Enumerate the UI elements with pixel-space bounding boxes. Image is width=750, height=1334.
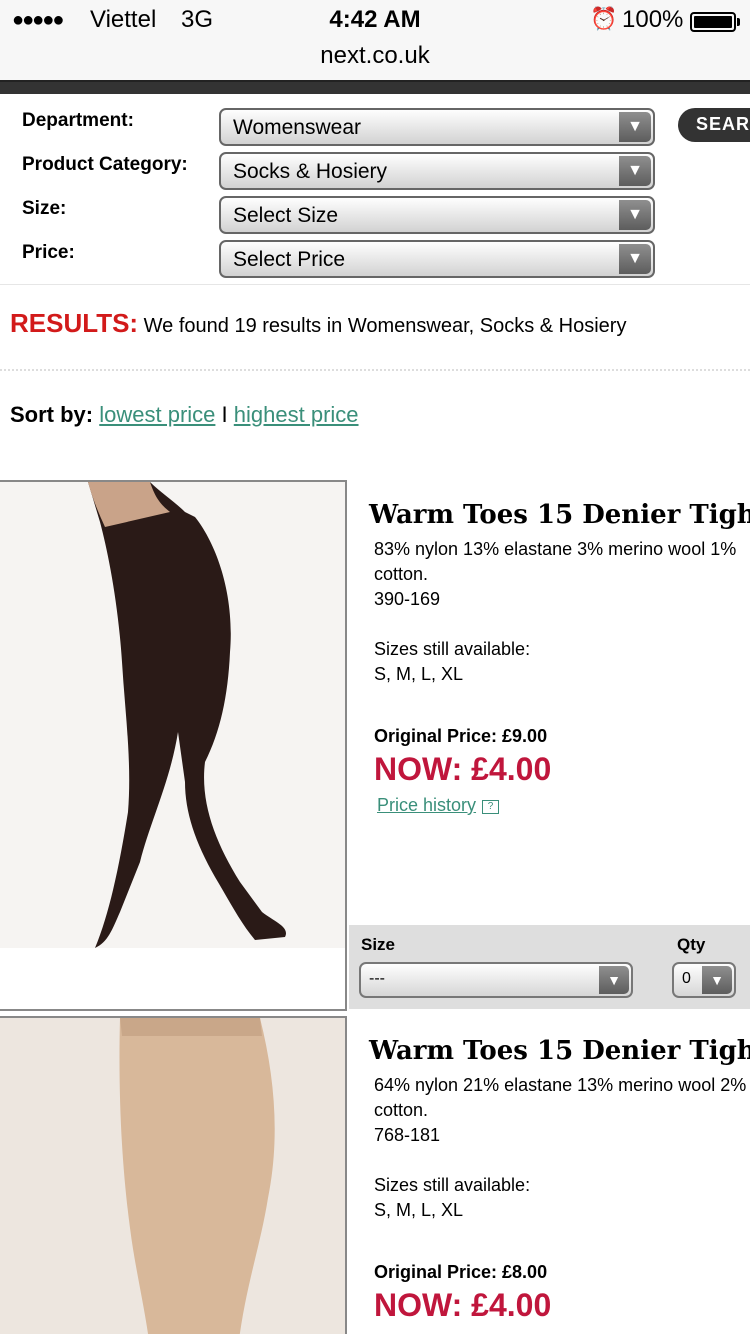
tights-photo	[0, 482, 345, 948]
price-value: Select Price	[233, 248, 346, 271]
product-sizes: Sizes still available: S, M, L, XL	[374, 637, 530, 687]
qty-value: 0	[682, 970, 691, 987]
size-value: Select Size	[233, 204, 339, 227]
status-bar: ●●●●● Viettel 3G 4:42 AM ⏰ 100% next.co.…	[0, 0, 750, 80]
sort-highest-link[interactable]: highest price	[234, 402, 359, 427]
chevron-down-icon: ▼	[619, 200, 651, 230]
results-label: RESULTS:	[10, 308, 139, 338]
price-history-link[interactable]: Price history?	[377, 795, 500, 816]
info-icon: ?	[482, 800, 500, 814]
battery-percent: 100%	[622, 6, 684, 33]
qty-label: Qty	[677, 935, 706, 954]
divider	[0, 284, 750, 285]
product-description-line: 64% nylon 21% elastane 13% merino wool 2…	[374, 1075, 747, 1095]
sort-bar: Sort by: lowest price I highest price	[10, 402, 359, 428]
sizes-list: S, M, L, XL	[374, 664, 464, 684]
category-value: Socks & Hosiery	[233, 160, 388, 183]
category-label: Product Category:	[22, 154, 188, 175]
results-text: We found 19 results in Womenswear, Socks…	[143, 315, 627, 337]
original-price: Original Price: £8.00	[374, 1262, 548, 1282]
product-sizes: Sizes still available: S, M, L, XL	[374, 1173, 530, 1223]
chevron-down-icon: ▼	[619, 156, 651, 186]
product-code: 390-169	[374, 589, 441, 609]
product-size-value: ---	[369, 970, 385, 987]
alarm-icon: ⏰	[590, 6, 618, 31]
department-value: Womenswear	[233, 116, 361, 139]
results-summary: RESULTS: We found 19 results in Womenswe…	[10, 308, 626, 339]
sale-price: NOW: £4.00	[374, 751, 552, 787]
product-title[interactable]: Warm Toes 15 Denier Tights	[369, 500, 750, 530]
search-button[interactable]: SEARCH	[678, 108, 750, 142]
product-image[interactable]	[0, 1016, 347, 1334]
chevron-down-icon: ▼	[599, 966, 629, 994]
product-description: 64% nylon 21% elastane 13% merino wool 2…	[374, 1073, 746, 1148]
dotted-divider	[0, 369, 750, 371]
price-label: Price:	[22, 242, 75, 263]
sizes-list: S, M, L, XL	[374, 1200, 464, 1220]
product-image[interactable]	[0, 480, 347, 1011]
product-description: 83% nylon 13% elastane 3% merino wool 1%…	[374, 537, 736, 612]
sort-divider: I	[221, 402, 228, 427]
department-label: Department:	[22, 110, 134, 131]
sale-price: NOW: £4.00	[374, 1287, 552, 1323]
battery-tip	[737, 18, 740, 26]
battery-icon	[690, 12, 736, 32]
price-history-label: Price history	[377, 795, 477, 815]
category-select[interactable]: Socks & Hosiery ▼	[219, 152, 655, 190]
product-description-line: 83% nylon 13% elastane 3% merino wool 1%	[374, 539, 737, 559]
price-select[interactable]: Select Price ▼	[219, 240, 655, 278]
department-select[interactable]: Womenswear ▼	[219, 108, 655, 146]
product-title[interactable]: Warm Toes 15 Denier Tights	[369, 1036, 750, 1066]
chevron-down-icon: ▼	[619, 112, 651, 142]
product-description-line: cotton.	[374, 1100, 429, 1120]
site-header-bar	[0, 80, 750, 94]
sizes-label: Sizes still available:	[374, 639, 531, 659]
sort-lowest-link[interactable]: lowest price	[99, 402, 215, 427]
tights-photo	[0, 1018, 345, 1334]
chevron-down-icon: ▼	[702, 966, 732, 994]
size-select[interactable]: Select Size ▼	[219, 196, 655, 234]
size-label: Size:	[22, 198, 67, 219]
product-size-select[interactable]: --- ▼	[359, 962, 633, 998]
original-price: Original Price: £9.00	[374, 726, 548, 746]
product-code: 768-181	[374, 1125, 441, 1145]
size-select-label: Size	[361, 935, 396, 954]
sort-label: Sort by:	[10, 402, 94, 427]
add-to-bag-options: Size Qty --- ▼ 0 ▼	[349, 925, 750, 1009]
address-bar-url[interactable]: next.co.uk	[0, 42, 750, 70]
product-description-line: cotton.	[374, 564, 429, 584]
chevron-down-icon: ▼	[619, 244, 651, 274]
qty-select[interactable]: 0 ▼	[672, 962, 736, 998]
sizes-label: Sizes still available:	[374, 1175, 531, 1195]
